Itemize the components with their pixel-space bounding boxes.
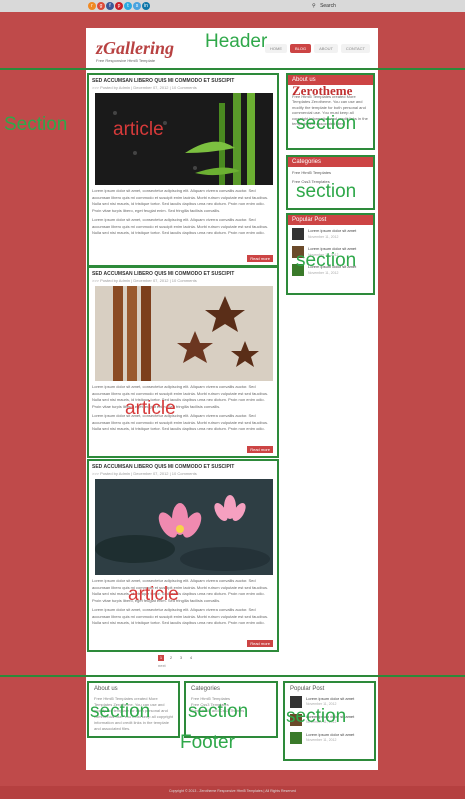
sidebar-about: About us Zerotheme Free Html5 Templates … (286, 73, 375, 150)
article-3: SED ACCUMSAN LIBERO QUIS MI COMMODO ET S… (87, 459, 279, 652)
section-label: section (188, 701, 249, 722)
copyright-text: Copyright © 2013 - Zerotheme Responsive … (169, 789, 296, 793)
sidebar-popular-title: Popular Post (288, 215, 373, 225)
section-label: section (296, 250, 357, 271)
article-image-spices (95, 286, 273, 381)
header-label: Header (205, 31, 268, 52)
article-title[interactable]: SED ACCUMSAN LIBERO QUIS MI COMMODO ET S… (92, 464, 274, 470)
section-label: section (296, 181, 357, 202)
section-label: section (286, 706, 347, 727)
article-meta: >>> Posted by Admin | December 07, 2012 … (92, 278, 197, 283)
search-box[interactable]: ⚲ Search (312, 3, 336, 9)
social-icon-p[interactable]: p (115, 2, 123, 10)
footer-categories-title: Categories (191, 686, 221, 692)
article-title[interactable]: SED ACCUMSAN LIBERO QUIS MI COMMODO ET S… (92, 271, 274, 277)
section-label: Section (4, 114, 68, 135)
footer-label: Footer (180, 732, 235, 753)
popular-thumb (292, 228, 304, 240)
article-para: Lorem ipsum dolor sit amet, consectetur … (92, 384, 269, 409)
footer-divider (0, 675, 465, 677)
header-divider (0, 68, 465, 70)
search-icon: ⚲ (312, 3, 316, 9)
top-bar: r g f p t s in ⚲ Search (0, 0, 465, 12)
logo-tagline: Free Responsive Html5 Template (96, 58, 156, 63)
social-icon-f[interactable]: f (106, 2, 114, 10)
category-link[interactable]: Free Html5 Templates (292, 170, 369, 176)
article-para: Lorem ipsum dolor sit amet, consectetur … (92, 188, 269, 213)
popular-post[interactable]: Lorem ipsum dolor sit amet November 11, 2… (292, 228, 369, 240)
menu-item-contact[interactable]: CONTACT (340, 44, 370, 53)
article-para: Lorem ipsum dolor sit amet, consectetur … (92, 217, 269, 235)
popular-date: November 11, 2012 (308, 234, 339, 239)
article-2: SED ACCUMSAN LIBERO QUIS MI COMMODO ET S… (87, 266, 279, 458)
pagination: 1 2 3 4 (158, 655, 194, 661)
article-label: article (125, 398, 176, 419)
popular-title: Lorem ipsum dolor sit amet (308, 228, 357, 233)
social-icons: r g f p t s in (88, 2, 150, 10)
footer-popular-title: Popular Post (290, 686, 325, 692)
popular-title: Lorem ipsum dolor sit amet (306, 696, 355, 701)
page-3[interactable]: 3 (178, 655, 184, 661)
article-para: Lorem ipsum dolor sit amet, consectetur … (92, 413, 269, 431)
sidebar-categories-title: Categories (288, 157, 373, 167)
article-meta: >>> Posted by Admin | December 07, 2012 … (92, 85, 197, 90)
social-icon-g[interactable]: g (97, 2, 105, 10)
section-label: section (90, 701, 151, 722)
popular-thumb (290, 732, 302, 744)
page-2[interactable]: 2 (168, 655, 174, 661)
read-more-button[interactable]: Read more (247, 446, 273, 453)
social-icon-t[interactable]: t (124, 2, 132, 10)
menu-item-blog[interactable]: BLOG (290, 44, 312, 53)
menu-item-about[interactable]: ABOUT (314, 44, 338, 53)
article-title[interactable]: SED ACCUMSAN LIBERO QUIS MI COMMODO ET S… (92, 78, 274, 84)
read-more-button[interactable]: Read more (247, 255, 273, 262)
article-image-lotus (95, 479, 273, 575)
social-icon-r[interactable]: r (88, 2, 96, 10)
site-logo[interactable]: zGallering Free Responsive Html5 Templat… (96, 38, 201, 63)
article-label: article (128, 584, 179, 605)
social-icon-in[interactable]: in (142, 2, 150, 10)
menu-item-home[interactable]: HOME (265, 44, 287, 53)
page-1[interactable]: 1 (158, 655, 164, 661)
page-4[interactable]: 4 (188, 655, 194, 661)
main-menu: HOME BLOG ABOUT CONTACT (265, 44, 370, 53)
logo-text: zGallering (96, 38, 175, 58)
article-para: Lorem ipsum dolor sit amet, consectetur … (92, 578, 269, 603)
section-label: section (296, 113, 357, 134)
article-meta: >>> Posted by Admin | December 07, 2012 … (92, 471, 197, 476)
next-page-link[interactable]: next (158, 663, 166, 668)
popular-title: Lorem ipsum dolor sit amet (306, 732, 355, 737)
search-label: Search (320, 3, 336, 9)
article-label: article (113, 119, 164, 140)
article-1: SED ACCUMSAN LIBERO QUIS MI COMMODO ET S… (87, 73, 279, 267)
footer-about-title: About us (94, 686, 118, 692)
read-more-button[interactable]: Read more (247, 640, 273, 647)
popular-date: November 11, 2012 (306, 738, 337, 742)
footer-popular-post[interactable]: Lorem ipsum dolor sit amet November 11, 2… (290, 732, 369, 744)
article-para: Lorem ipsum dolor sit amet, consectetur … (92, 607, 269, 625)
social-icon-s[interactable]: s (133, 2, 141, 10)
